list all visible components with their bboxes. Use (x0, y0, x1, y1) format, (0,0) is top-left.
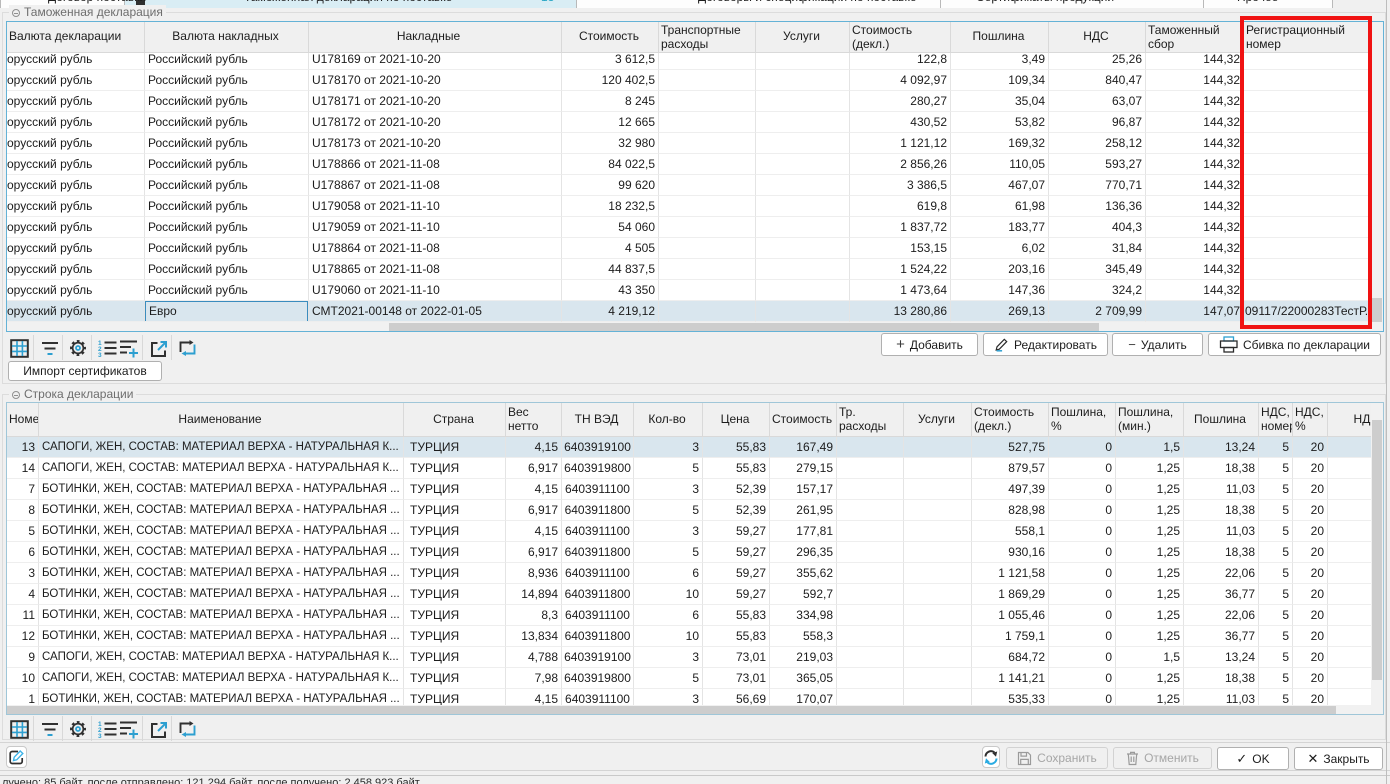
svg-text:3: 3 (98, 352, 102, 357)
svg-text:3: 3 (98, 733, 102, 738)
